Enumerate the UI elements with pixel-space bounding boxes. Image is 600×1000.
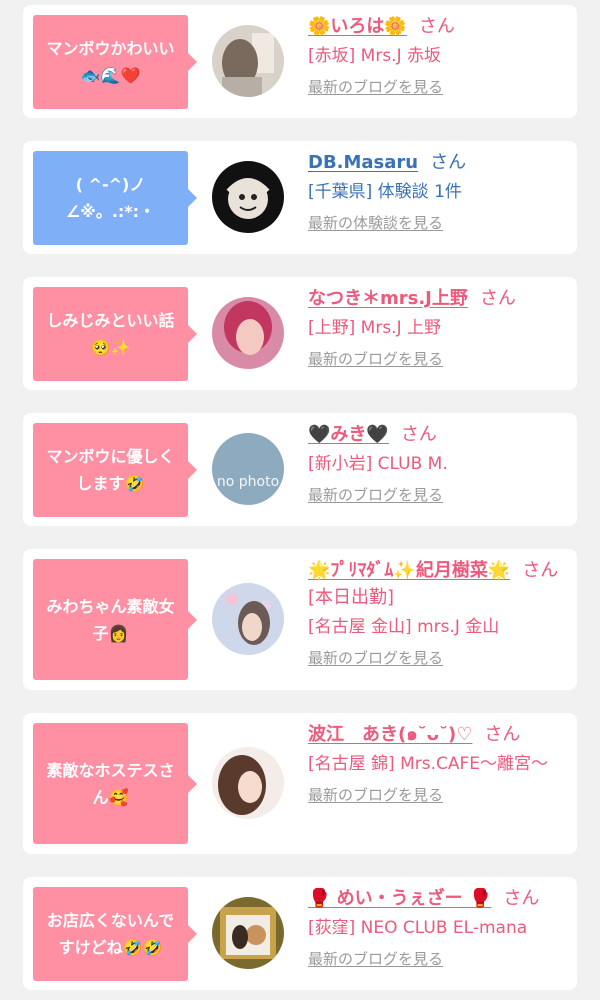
shop-label[interactable]: [上野] Mrs.J 上野	[308, 314, 569, 342]
avatar[interactable]	[212, 161, 284, 233]
comment-text-emoji: します🤣	[76, 474, 145, 493]
comment-bubble: みわちゃん素敵女 子👩	[33, 559, 197, 680]
honorific: さん	[400, 424, 437, 445]
list-item: マンボウかわいい 🐟🌊❤️ 🌼いろは🌼 さん [赤坂] Mrs.J 赤坂 最新のブ…	[23, 5, 577, 118]
shop-label[interactable]: [名古屋 金山] mrs.J 金山	[308, 613, 569, 641]
avatar[interactable]	[212, 583, 284, 655]
comment-text-emoji: すけどね🤣🤣	[58, 938, 163, 957]
latest-review-link[interactable]: 最新の体験談を見る	[308, 212, 443, 233]
user-name-link[interactable]: DB.Masaru	[308, 152, 418, 173]
list-item: 素敵なホステスさ ん🥰 波江 あき(๑˘ᴗ˘)♡ さん [名古屋 錦] Mrs.C…	[23, 713, 577, 854]
user-name-link[interactable]: 🖤みき🖤	[308, 424, 389, 445]
shop-label[interactable]: [千葉県] 体験談 1件	[308, 178, 569, 206]
latest-blog-link[interactable]: 最新のブログを見る	[308, 484, 443, 505]
reviewer-list: マンボウかわいい 🐟🌊❤️ 🌼いろは🌼 さん [赤坂] Mrs.J 赤坂 最新のブ…	[0, 0, 600, 1000]
shop-label[interactable]: [赤坂] Mrs.J 赤坂	[308, 42, 569, 70]
comment-bubble: マンボウかわいい 🐟🌊❤️	[33, 15, 197, 109]
user-name-link[interactable]: なつき＊mrs.J上野	[308, 288, 468, 309]
avatar[interactable]	[212, 747, 284, 819]
comment-text: ( ^-^)ノ	[75, 175, 146, 194]
comment-text: マンボウに優しく	[46, 447, 175, 466]
comment-bubble: しみじみといい話 🥺✨	[33, 287, 197, 381]
comment-text-emoji: 🥺✨	[90, 338, 131, 357]
comment-text-emoji: ∠※。.:*:・	[65, 202, 156, 221]
shop-label[interactable]: [新小岩] CLUB M.	[308, 450, 569, 478]
list-item: お店広くないんで すけどね🤣🤣 🥊 めい・うぇざー 🥊 さん [荻窪] NEO C…	[23, 877, 577, 990]
comment-text-emoji: 子👩	[92, 623, 129, 643]
comment-bubble: お店広くないんで すけどね🤣🤣	[33, 887, 197, 981]
user-name-link[interactable]: 🌼いろは🌼	[308, 16, 407, 37]
comment-text: しみじみといい話	[46, 311, 175, 330]
list-item: みわちゃん素敵女 子👩 🌟ﾌﾟﾘﾏﾀﾞﾑ✨紀月樹菜🌟 さん[本日出勤] [名古屋 …	[23, 549, 577, 690]
latest-blog-link[interactable]: 最新のブログを見る	[308, 784, 443, 805]
comment-text-emoji: 🐟🌊❤️	[80, 66, 141, 85]
comment-text: マンボウかわいい	[46, 39, 175, 58]
avatar[interactable]	[212, 897, 284, 969]
latest-blog-link[interactable]: 最新のブログを見る	[308, 948, 443, 969]
latest-blog-link[interactable]: 最新のブログを見る	[308, 348, 443, 369]
honorific: さん	[479, 288, 516, 309]
list-item: マンボウに優しく します🤣 no photo 🖤みき🖤 さん [新小岩] CLUB…	[23, 413, 577, 526]
no-photo-label: no photo	[216, 474, 280, 490]
honorific: さん	[503, 888, 540, 909]
honorific: さん	[484, 724, 521, 745]
honorific: さん	[418, 16, 455, 37]
comment-text: お店広くないんで	[46, 911, 175, 930]
comment-text: みわちゃん素敵女	[46, 596, 175, 616]
user-name-link[interactable]: 波江 あき(๑˘ᴗ˘)♡	[308, 724, 472, 745]
user-name-link[interactable]: 🥊 めい・うぇざー 🥊	[308, 888, 491, 909]
avatar[interactable]	[212, 25, 284, 97]
shop-label[interactable]: [荻窪] NEO CLUB EL-mana	[308, 914, 569, 942]
comment-bubble: マンボウに優しく します🤣	[33, 423, 197, 517]
list-item: しみじみといい話 🥺✨ なつき＊mrs.J上野 さん [上野] Mrs.J 上野 …	[23, 277, 577, 390]
comment-text-emoji: ん🥰	[92, 787, 129, 807]
honorific: さん	[430, 152, 467, 173]
avatar[interactable]	[212, 297, 284, 369]
comment-bubble: 素敵なホステスさ ん🥰	[33, 723, 197, 844]
comment-bubble: ( ^-^)ノ ∠※。.:*:・	[33, 151, 197, 245]
avatar[interactable]: no photo	[212, 433, 284, 505]
user-name-link[interactable]: 🌟ﾌﾟﾘﾏﾀﾞﾑ✨紀月樹菜🌟	[308, 560, 510, 581]
shop-label[interactable]: [名古屋 錦] Mrs.CAFE〜離宮〜	[308, 750, 569, 778]
latest-blog-link[interactable]: 最新のブログを見る	[308, 76, 443, 97]
comment-text: 素敵なホステスさ	[46, 760, 175, 780]
list-item: ( ^-^)ノ ∠※。.:*:・ DB.Masaru さん [千葉県] 体験談 1…	[23, 141, 577, 254]
latest-blog-link[interactable]: 最新のブログを見る	[308, 647, 443, 668]
